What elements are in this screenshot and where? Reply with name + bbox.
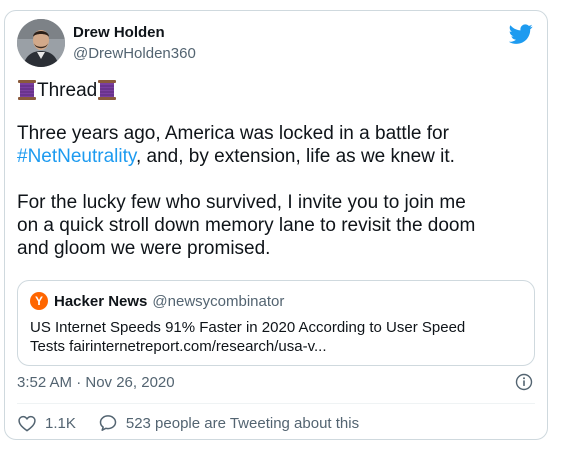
quoted-author-name: Hacker News <box>54 292 148 310</box>
tweet-paragraph-2: For the lucky few who survived, I invite… <box>17 191 537 260</box>
author-name[interactable]: Drew Holden <box>73 24 165 41</box>
heart-icon <box>18 415 36 432</box>
speech-bubble-icon <box>99 415 117 431</box>
avatar[interactable] <box>17 19 65 67</box>
tweet-card: Drew Holden @DrewHolden360 Thread Three … <box>4 10 548 440</box>
paragraph-2-line: For the lucky few who survived, I invite… <box>17 192 466 213</box>
spool-of-thread-icon <box>18 80 36 100</box>
tweet-timestamp[interactable]: 3:52 AM · Nov 26, 2020 <box>17 374 175 391</box>
like-count: 1.1K <box>45 414 76 432</box>
thread-heading: Thread <box>17 77 537 103</box>
action-bar: 1.1K 523 people are Tweeting about this <box>17 413 359 433</box>
spool-of-thread-icon <box>98 80 117 100</box>
quoted-tweet-header: Y Hacker News @newsycombinator <box>30 292 284 310</box>
tweet-paragraph-1: Three years ago, America was locked in a… <box>17 122 537 168</box>
paragraph-1-end: , and, by extension, life as we knew it. <box>135 146 455 167</box>
quoted-text-line: US Internet Speeds 91% Faster in 2020 Ac… <box>30 319 466 336</box>
info-icon[interactable] <box>515 373 533 391</box>
quoted-tweet-text: US Internet Speeds 91% Faster in 2020 Ac… <box>30 318 524 356</box>
quoted-tweet[interactable]: Y Hacker News @newsycombinator US Intern… <box>17 280 535 366</box>
divider <box>17 403 535 404</box>
paragraph-1-start: Three years ago, America was locked in a… <box>17 123 449 144</box>
hashtag-link[interactable]: #NetNeutrality <box>17 146 136 167</box>
author-handle[interactable]: @DrewHolden360 <box>73 45 196 62</box>
avatar-image <box>17 19 65 67</box>
quoted-text-line: Tests fairinternetreport.com/research/us… <box>30 338 327 355</box>
tweet-text: Thread Three years ago, America was lock… <box>17 77 537 260</box>
quoted-author-handle: @newsycombinator <box>152 292 285 310</box>
paragraph-2-line: on a quick stroll down memory lane to re… <box>17 215 476 236</box>
paragraph-2-line: and gloom we were promised. <box>17 238 271 259</box>
like-button[interactable]: 1.1K <box>17 413 76 433</box>
thread-label: Thread <box>37 79 98 101</box>
tweeting-about-label: 523 people are Tweeting about this <box>125 414 360 432</box>
hacker-news-logo: Y <box>30 292 48 310</box>
twitter-bird-icon[interactable] <box>509 22 533 46</box>
tweeting-about-button[interactable]: 523 people are Tweeting about this <box>98 413 359 433</box>
